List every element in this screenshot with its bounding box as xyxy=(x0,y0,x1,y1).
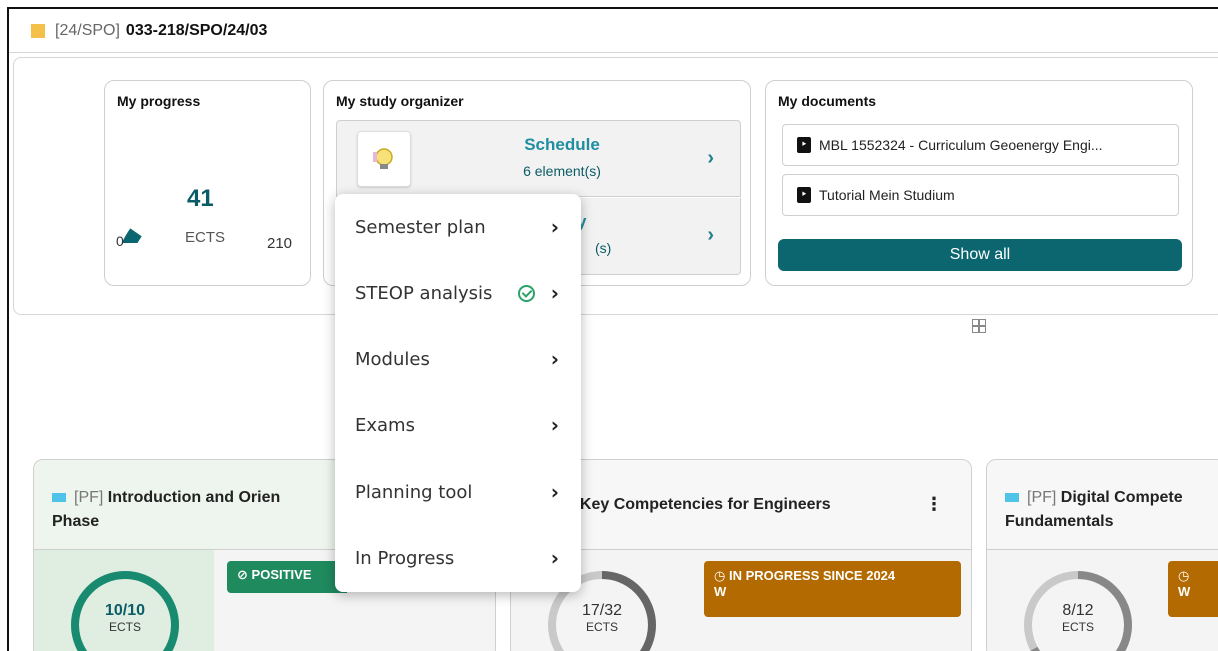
schedule-name: Schedule xyxy=(524,135,600,154)
spo-title: 033-218/SPO/24/03 xyxy=(125,21,268,39)
menu-item-in-progress[interactable]: In Progress › xyxy=(335,525,581,591)
module-title: ] Key Competencies for Engineers xyxy=(571,493,831,517)
module-ects-value: 10/10 xyxy=(104,602,146,619)
check-circle-icon xyxy=(518,284,535,302)
chevron-right-icon: › xyxy=(550,215,559,239)
module-title-line2: Phase xyxy=(52,513,100,530)
organizer-row-2-count: (s) xyxy=(595,240,612,256)
menu-item-label: Semester plan xyxy=(355,216,486,238)
check-circle-icon: ⊘ xyxy=(237,567,248,582)
module-title-line1: Key Competencies for Engineers xyxy=(579,496,831,513)
status-badge-in-progress: ◷ IN PROGRESS SINCE 2024 W xyxy=(704,561,961,617)
module-title: [PF] Introduction and Orien Phase xyxy=(52,486,280,534)
status-badge-text: IN PROGRESS SINCE 2024 xyxy=(728,568,896,583)
show-all-button[interactable]: Show all xyxy=(778,239,1182,271)
spo-header: [24/SPO] 033-218/SPO/24/03 xyxy=(9,9,1218,53)
module-title-line2: Fundamentals xyxy=(1005,513,1114,530)
document-item[interactable]: ⯈ MBL 1552324 - Curriculum Geoenergy Eng… xyxy=(782,124,1179,166)
module-ects: 10/10 ECTS xyxy=(70,602,180,634)
module-tag: [PF] xyxy=(74,489,104,506)
module-ects-value: 8/12 xyxy=(1062,602,1094,619)
more-options-icon[interactable]: ⋮ xyxy=(925,494,943,515)
module-color-square xyxy=(52,493,66,503)
clock-icon: ◷ xyxy=(1178,568,1190,583)
chevron-right-icon: › xyxy=(550,347,559,371)
module-tag: [PF] xyxy=(1027,489,1057,506)
module-ects-unit: ECTS xyxy=(1061,620,1094,634)
menu-item-label: STEOP analysis xyxy=(355,282,493,304)
chevron-right-icon: › xyxy=(550,281,559,305)
document-label: MBL 1552324 - Curriculum Geoenergy Engi.… xyxy=(819,137,1103,153)
progress-unit: ECTS xyxy=(185,229,226,246)
schedule-row[interactable]: Schedule 6 element(s) › xyxy=(336,120,741,197)
module-title: [PF] Digital Compete Fundamentals xyxy=(1005,486,1183,534)
documents-title: My documents xyxy=(778,93,877,109)
menu-item-exams[interactable]: Exams › xyxy=(335,392,581,458)
module-title-line1: Digital Compete xyxy=(1060,489,1183,506)
chevron-right-icon: › xyxy=(707,147,714,169)
study-organizer-title: My study organizer xyxy=(336,93,464,109)
spo-color-square xyxy=(31,23,45,38)
document-item[interactable]: ⯈ Tutorial Mein Studium xyxy=(782,174,1179,216)
module-ects-value: 17/32 xyxy=(581,602,623,619)
document-label: Tutorial Mein Studium xyxy=(819,187,955,203)
menu-item-semester-plan[interactable]: Semester plan › xyxy=(335,194,581,260)
chevron-right-icon: › xyxy=(707,224,714,246)
menu-item-steop-analysis[interactable]: STEOP analysis › xyxy=(335,260,581,326)
progress-min: 0 xyxy=(116,233,124,249)
status-badge-text-line2: W xyxy=(1178,584,1191,599)
menu-item-modules[interactable]: Modules › xyxy=(335,326,581,392)
progress-card: My progress 41 ECTS 0 210 xyxy=(104,80,311,286)
progress-max: 210 xyxy=(267,235,293,252)
module-ects: 17/32 ECTS xyxy=(547,602,657,634)
status-badge-positive: ⊘ POSITIVE xyxy=(227,561,347,593)
schedule-thumbnail xyxy=(357,131,411,187)
menu-item-label: In Progress xyxy=(355,547,455,569)
menu-item-label: Modules xyxy=(355,348,430,370)
menu-item-label: Planning tool xyxy=(355,481,473,503)
pdf-icon: ⯈ xyxy=(797,137,811,153)
module-header: [PF] Digital Compete Fundamentals xyxy=(987,460,1218,550)
chevron-right-icon: › xyxy=(550,546,559,570)
documents-card: My documents ⯈ MBL 1552324 - Curriculum … xyxy=(765,80,1193,286)
lightbulb-icon xyxy=(373,148,393,169)
spo-code: [24/SPO] xyxy=(55,21,120,39)
module-color-square xyxy=(1005,493,1019,503)
status-badge-text: POSITIVE xyxy=(251,567,312,582)
organizer-row-2-name: y xyxy=(577,212,587,231)
pdf-icon: ⯈ xyxy=(797,187,811,203)
clock-icon: ◷ xyxy=(714,568,726,583)
status-badge-text-line2: W xyxy=(714,584,727,599)
progress-title: My progress xyxy=(117,93,201,109)
module-ects: 8/12 ECTS xyxy=(1023,602,1133,634)
menu-item-planning-tool[interactable]: Planning tool › xyxy=(335,459,581,525)
module-card-digital-competencies[interactable]: [PF] Digital Compete Fundamentals 8/12 E… xyxy=(986,459,1218,651)
module-ects-unit: ECTS xyxy=(108,620,141,634)
grid-icon[interactable] xyxy=(972,319,986,333)
module-title-line1: Introduction and Orien xyxy=(107,489,281,506)
progress-value: 41 xyxy=(187,185,214,212)
chevron-right-icon: › xyxy=(550,480,559,504)
chevron-right-icon: › xyxy=(550,413,559,437)
status-badge-in-progress: ◷ W xyxy=(1168,561,1218,617)
schedule-count: 6 element(s) xyxy=(523,163,601,179)
menu-item-label: Exams xyxy=(355,414,415,436)
module-ects-unit: ECTS xyxy=(585,620,618,634)
context-menu: Semester plan › STEOP analysis › Modules… xyxy=(335,194,581,592)
